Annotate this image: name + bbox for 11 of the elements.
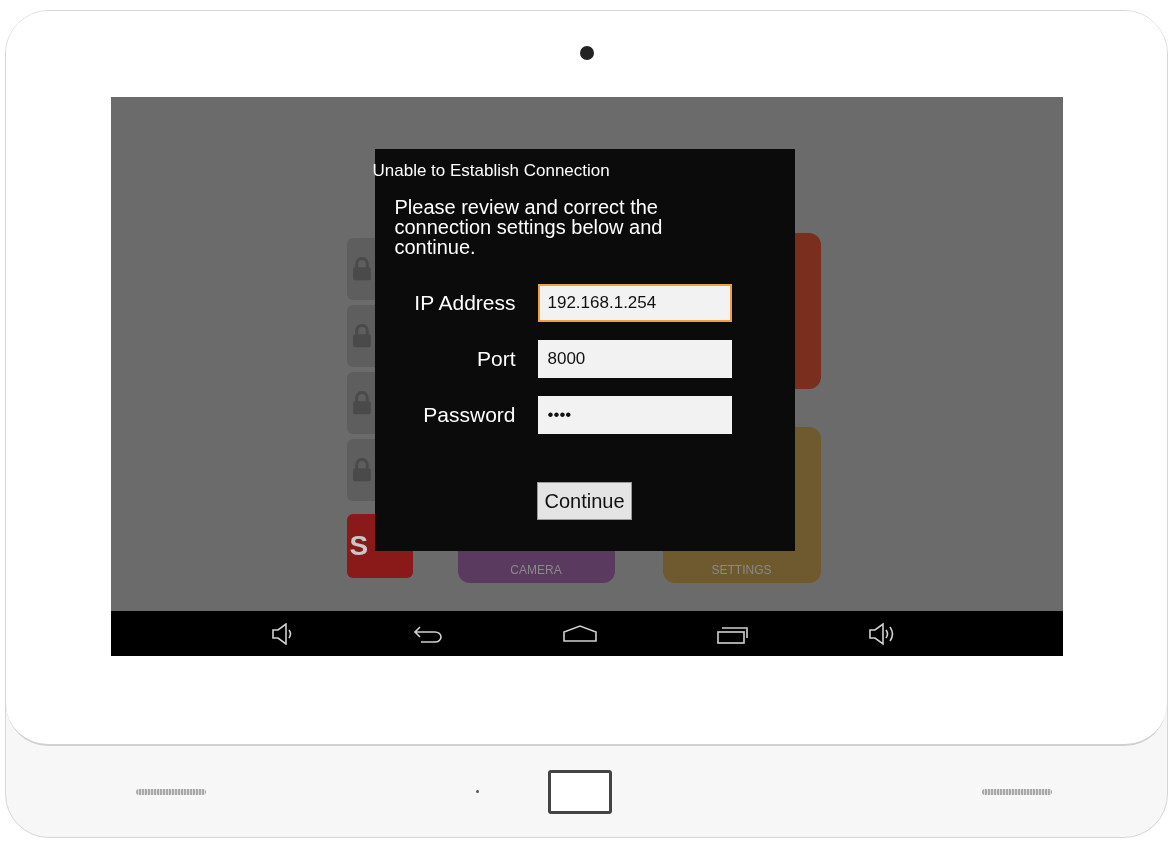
dialog-title: Unable to Establish Connection bbox=[372, 161, 611, 181]
tile-label: CAMERA bbox=[510, 563, 562, 577]
text-field[interactable]: •••• bbox=[537, 396, 732, 434]
text-field[interactable]: 8000 bbox=[537, 340, 732, 378]
field-label: Password bbox=[422, 403, 516, 427]
field-label: Port bbox=[476, 347, 516, 371]
continue-button[interactable]: Continue bbox=[537, 482, 632, 520]
text-field[interactable]: 192.168.1.254 bbox=[537, 284, 732, 322]
field-label: IP Address bbox=[413, 291, 516, 315]
dialog-message: Please review and correct the connection settings below and continue. bbox=[394, 197, 664, 257]
tile-label: SETTINGS bbox=[711, 563, 772, 577]
